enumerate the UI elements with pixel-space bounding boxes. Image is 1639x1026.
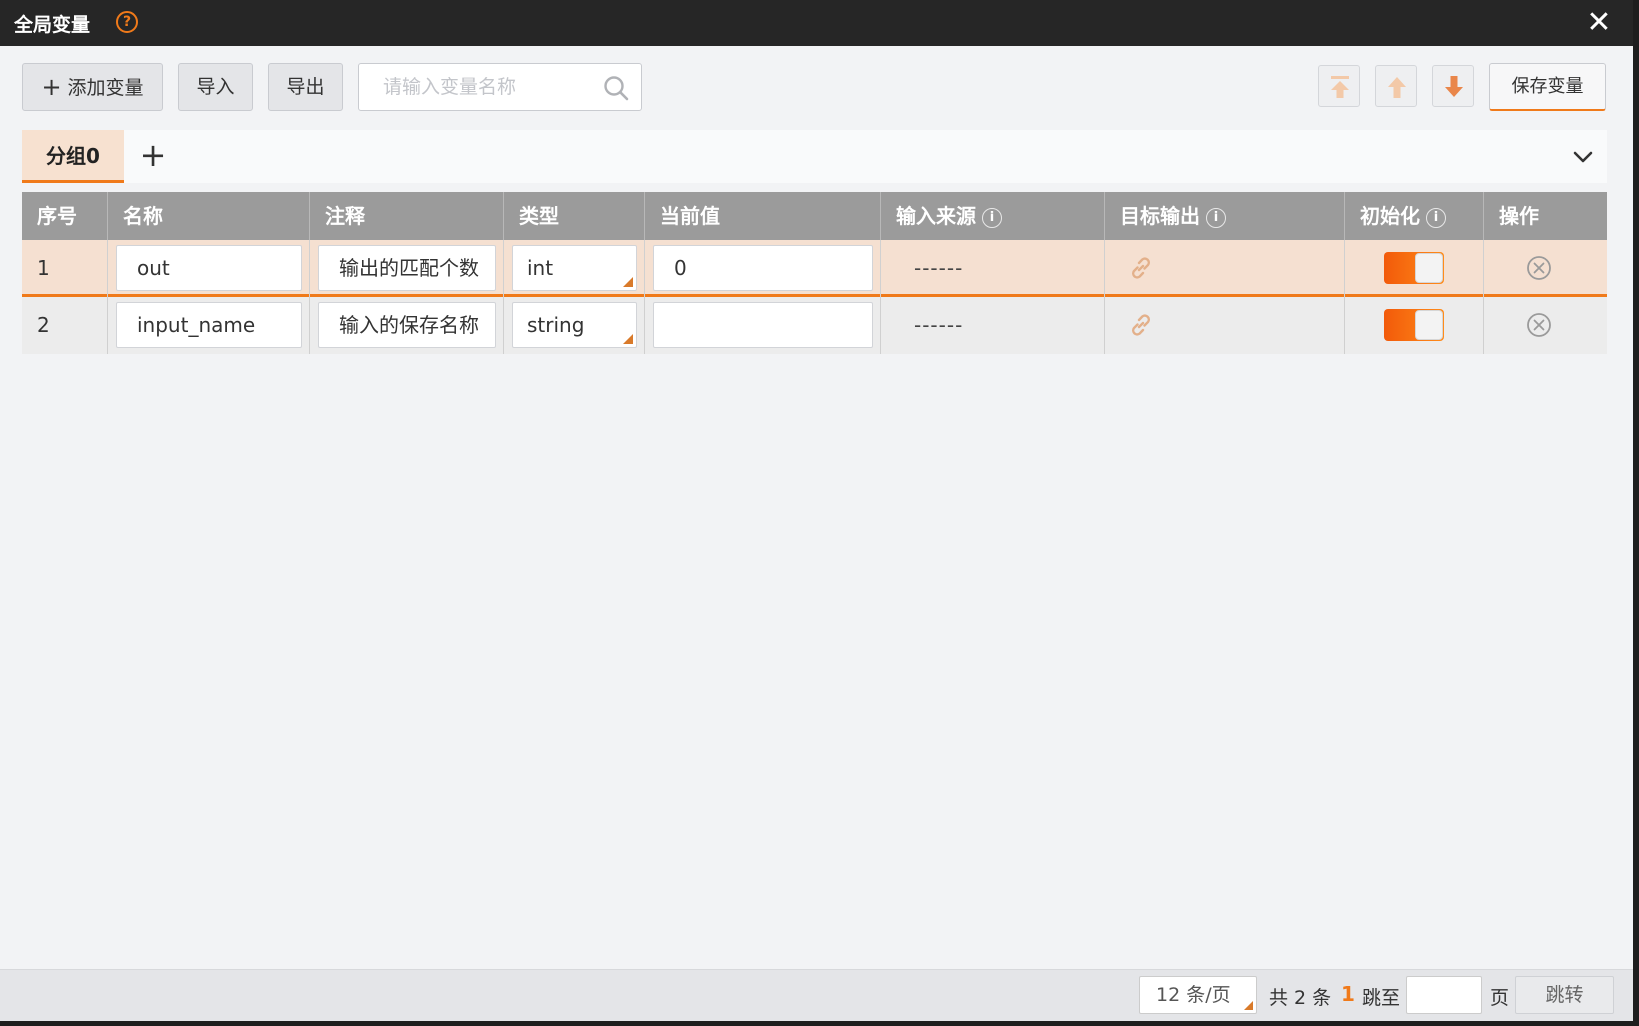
- initialize-cell: [1345, 297, 1484, 354]
- dropdown-corner-icon: [623, 277, 633, 287]
- move-down-button[interactable]: [1432, 65, 1474, 107]
- toggle-knob: [1415, 253, 1443, 283]
- variable-name-input[interactable]: input_name: [116, 302, 302, 348]
- name-cell: input_name: [108, 297, 310, 354]
- arrow-down-icon: [1445, 76, 1463, 97]
- input-source-value: ------: [914, 313, 964, 337]
- current-value-input[interactable]: [653, 302, 873, 348]
- export-button[interactable]: 导出: [268, 63, 343, 111]
- add-variable-button[interactable]: + 添加变量: [22, 63, 163, 111]
- column-header-input-source: 输入来源 i: [881, 192, 1105, 240]
- link-icon[interactable]: [1127, 311, 1155, 339]
- info-icon[interactable]: i: [1206, 208, 1226, 228]
- link-icon[interactable]: [1127, 254, 1155, 282]
- dropdown-corner-icon: [623, 334, 633, 344]
- index-cell: 1: [22, 240, 108, 297]
- background-window-edge: [1633, 0, 1639, 1026]
- close-icon[interactable]: ✕: [1582, 6, 1616, 40]
- initialize-cell: [1345, 240, 1484, 297]
- target-output-cell: [1105, 240, 1345, 297]
- tab-group-0[interactable]: 分组0: [22, 130, 124, 183]
- jump-to-label: 跳至: [1362, 987, 1401, 1009]
- title-bar: 全局变量 ? ✕: [0, 0, 1633, 46]
- row-index: 2: [37, 313, 50, 337]
- column-header-actions: 操作: [1499, 204, 1539, 228]
- info-icon[interactable]: i: [982, 208, 1002, 228]
- total-count: 共 2 条: [1269, 987, 1332, 1009]
- plus-icon: +: [41, 73, 62, 101]
- arrow-to-top-icon: [1331, 76, 1349, 98]
- pagination-bar: 12 条/页 共 2 条 1 跳至 页 跳转: [0, 969, 1633, 1021]
- move-to-top-button[interactable]: [1318, 65, 1360, 107]
- table-row[interactable]: 2 input_name 输入的保存名称 string ------: [22, 297, 1607, 354]
- input-source-value: ------: [914, 256, 964, 280]
- variable-name-input[interactable]: out: [116, 245, 302, 291]
- table-row[interactable]: 1 out 输出的匹配个数 int 0 ------: [22, 240, 1607, 297]
- column-header-initialize: 初始化 i: [1345, 192, 1484, 240]
- group-tab-bar: 分组0 +: [22, 130, 1607, 183]
- move-up-button[interactable]: [1375, 65, 1417, 107]
- variable-type-value: int: [527, 256, 554, 280]
- column-header-comment: 注释: [310, 192, 504, 240]
- arrow-up-icon: [1388, 77, 1406, 98]
- search-icon[interactable]: [603, 75, 629, 101]
- add-variable-label: 添加变量: [67, 77, 144, 99]
- variable-type-select[interactable]: string: [512, 302, 637, 348]
- toggle-knob: [1415, 310, 1443, 340]
- variable-comment-input[interactable]: 输入的保存名称: [318, 302, 496, 348]
- search-box: [358, 63, 642, 111]
- row-index: 1: [37, 256, 50, 280]
- type-cell: int: [504, 240, 645, 297]
- input-source-cell: ------: [881, 297, 1105, 354]
- jump-page-input[interactable]: [1406, 976, 1482, 1014]
- value-cell: [645, 297, 881, 354]
- actions-cell: [1484, 297, 1607, 354]
- page-unit-label: 页: [1490, 987, 1510, 1009]
- target-output-cell: [1105, 297, 1345, 354]
- column-header-target-output: 目标输出 i: [1105, 192, 1345, 240]
- global-variables-dialog: 全局变量 ? ✕ +添加变量 导入 导出 保存变量 分组0 +: [0, 0, 1633, 1021]
- page-size-value: 12 条/页: [1156, 984, 1231, 1006]
- search-input[interactable]: [359, 64, 599, 110]
- background-window-edge: [0, 1021, 1639, 1026]
- delete-circle-x-icon[interactable]: [1526, 255, 1552, 281]
- variable-comment-input[interactable]: 输出的匹配个数: [318, 245, 496, 291]
- column-header-name: 名称: [108, 192, 310, 240]
- help-icon[interactable]: ?: [116, 11, 138, 33]
- actions-cell: [1484, 240, 1607, 297]
- add-group-button[interactable]: +: [136, 138, 170, 174]
- info-icon[interactable]: i: [1426, 208, 1446, 228]
- column-header-type: 类型: [504, 192, 645, 240]
- initialize-toggle[interactable]: [1384, 252, 1444, 284]
- variable-type-value: string: [527, 313, 585, 337]
- current-page-number[interactable]: 1: [1341, 982, 1355, 1006]
- variable-type-select[interactable]: int: [512, 245, 637, 291]
- index-cell: 2: [22, 297, 108, 354]
- import-button[interactable]: 导入: [178, 63, 253, 111]
- column-header-index: 序号: [22, 192, 108, 240]
- comment-cell: 输出的匹配个数: [310, 240, 504, 297]
- jump-button[interactable]: 跳转: [1515, 976, 1614, 1014]
- input-source-cell: ------: [881, 240, 1105, 297]
- name-cell: out: [108, 240, 310, 297]
- delete-circle-x-icon[interactable]: [1526, 312, 1552, 338]
- save-variables-button[interactable]: 保存变量: [1489, 63, 1606, 111]
- type-cell: string: [504, 297, 645, 354]
- value-cell: 0: [645, 240, 881, 297]
- column-header-current-value: 当前值: [645, 192, 881, 240]
- page-size-select[interactable]: 12 条/页: [1139, 976, 1257, 1014]
- current-value-input[interactable]: 0: [653, 245, 873, 291]
- table-header: 序号 名称 注释 类型 当前值 输入来源 i 目标输出 i 初始化 i 操作: [22, 192, 1607, 240]
- dialog-title: 全局变量: [14, 14, 91, 36]
- chevron-down-icon[interactable]: [1568, 142, 1598, 172]
- comment-cell: 输入的保存名称: [310, 297, 504, 354]
- dropdown-corner-icon: [1244, 1001, 1253, 1010]
- initialize-toggle[interactable]: [1384, 309, 1444, 341]
